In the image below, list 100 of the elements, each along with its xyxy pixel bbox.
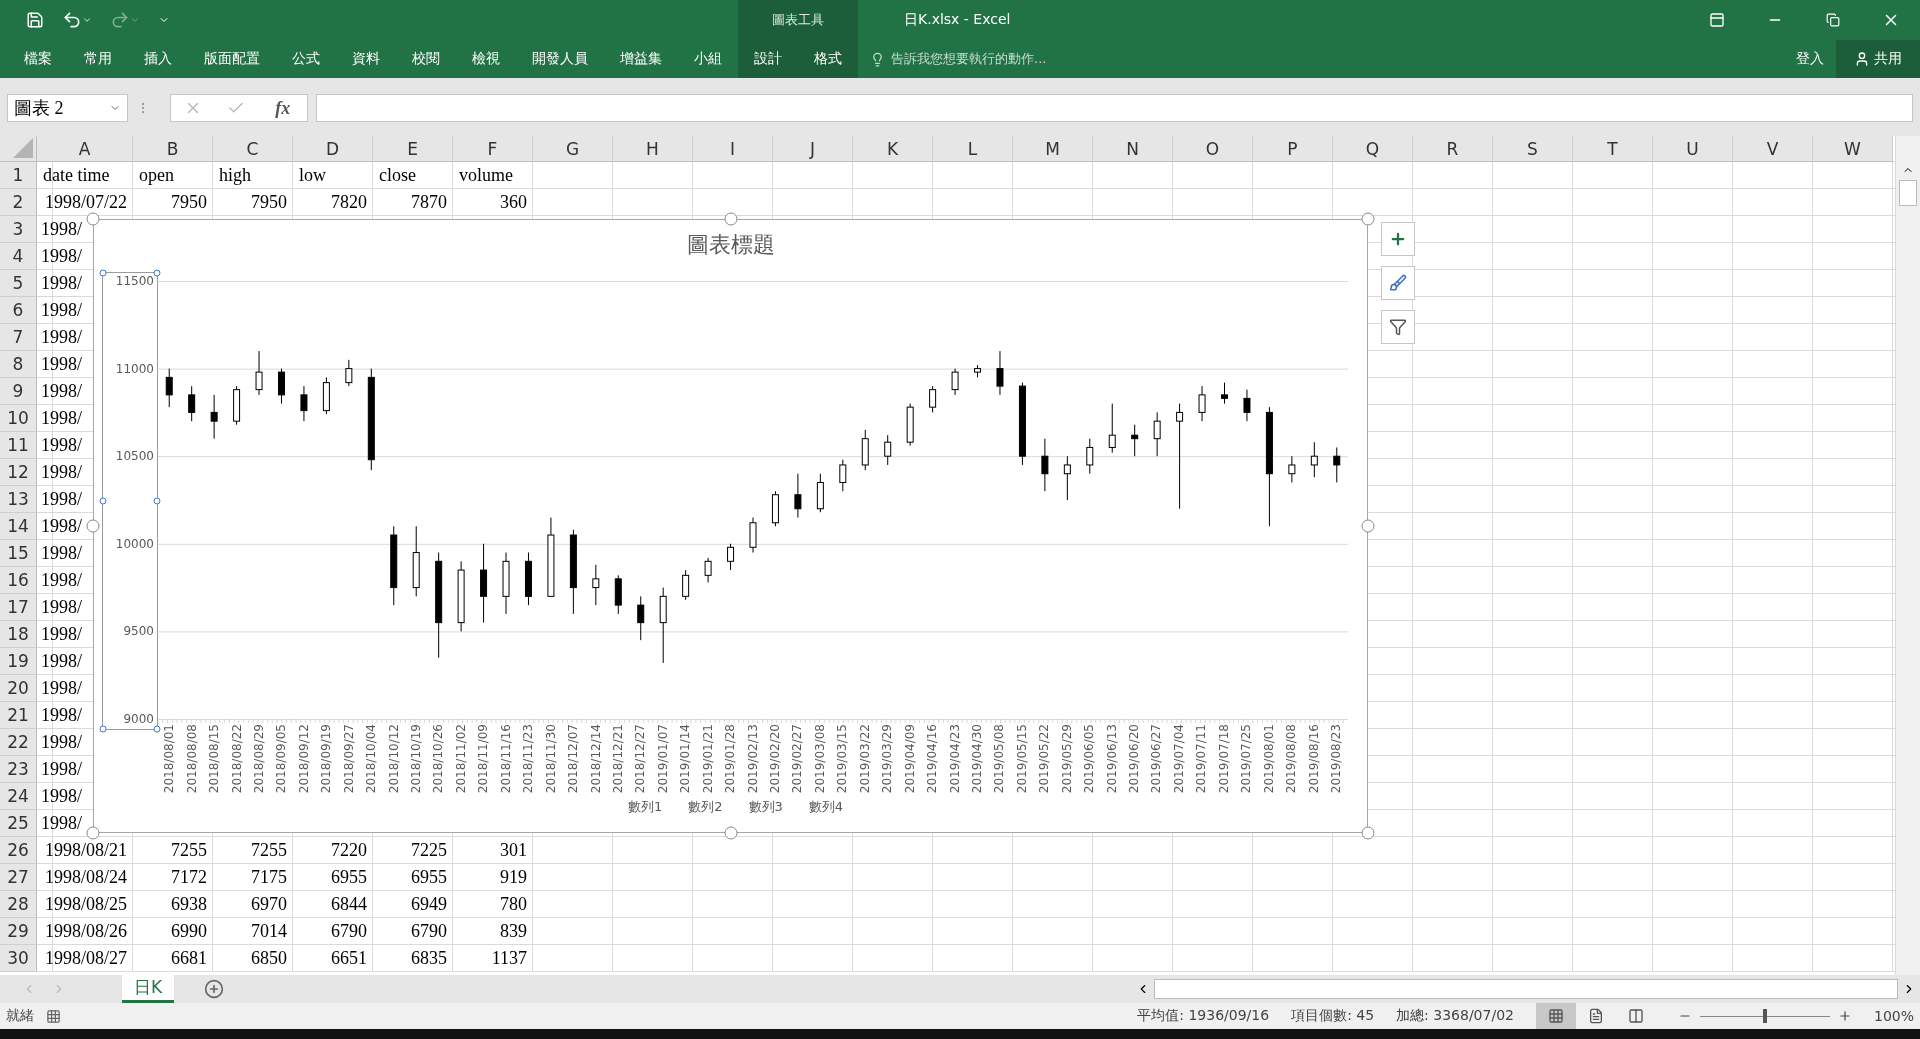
resize-handle[interactable] [86,826,100,840]
ribbon-tab[interactable]: 版面配置 [188,40,276,78]
row-header[interactable]: 5 [0,270,37,297]
row-header[interactable]: 13 [0,486,37,513]
column-header[interactable]: C [213,136,293,162]
row-header[interactable]: 6 [0,297,37,324]
sheet-tab[interactable]: 日K [122,975,175,1003]
row-header[interactable]: 3 [0,216,37,243]
row-header[interactable]: 18 [0,621,37,648]
column-header[interactable]: I [693,136,773,162]
brush-icon[interactable] [1381,266,1415,300]
column-header[interactable]: Q [1333,136,1413,162]
column-header[interactable]: J [773,136,853,162]
row-header[interactable]: 10 [0,405,37,432]
row-header[interactable]: 29 [0,918,37,945]
resize-handle[interactable] [86,212,100,226]
row-header[interactable]: 16 [0,567,37,594]
ribbon-tab[interactable]: 插入 [128,40,188,78]
scrollbar-thumb[interactable] [1899,180,1917,206]
resize-handle[interactable] [724,212,737,226]
normal-view-icon[interactable] [1535,1003,1576,1029]
column-header[interactable]: G [533,136,613,162]
ribbon-tab[interactable]: 校閱 [396,40,456,78]
candlestick [637,595,645,641]
resize-handle[interactable] [1361,212,1375,226]
axis-label: 2018/08/29 [251,724,266,794]
ribbon-tab[interactable]: 檔案 [8,40,68,78]
row-header[interactable]: 4 [0,243,37,270]
select-all-corner[interactable] [0,136,37,162]
ribbon-tab[interactable]: 增益集 [604,40,678,78]
zoom-slider[interactable] [1762,1008,1767,1023]
row-header[interactable]: 12 [0,459,37,486]
table-cell: 6970 [251,894,287,915]
column-header[interactable]: O [1173,136,1253,162]
ribbon-tab[interactable]: 設計 [738,40,798,78]
macro-icon[interactable] [46,1008,61,1024]
axis-label: 9500 [123,623,154,640]
table-cell: 7255 [251,840,287,861]
ribbon-tab[interactable]: 格式 [798,40,858,78]
row-header[interactable]: 8 [0,351,37,378]
column-header[interactable]: T [1573,136,1653,162]
resize-handle[interactable] [1361,826,1375,840]
chart-area[interactable] [93,219,1368,833]
column-header[interactable]: E [373,136,453,162]
axis-label: 2019/06/13 [1104,724,1119,794]
column-header[interactable]: M [1013,136,1093,162]
row-header[interactable]: 9 [0,378,37,405]
row-header[interactable]: 17 [0,594,37,621]
column-header[interactable]: N [1093,136,1173,162]
row-header[interactable]: 22 [0,729,37,756]
row-header[interactable]: 21 [0,702,37,729]
axis-selection-frame[interactable] [102,272,158,730]
row-header[interactable]: 15 [0,540,37,567]
add-element-icon[interactable] [1381,222,1415,256]
share-button[interactable]: 共用 [1836,40,1920,78]
column-header[interactable]: S [1493,136,1573,162]
column-header[interactable]: A [37,136,133,162]
row-header[interactable]: 26 [0,837,37,864]
insert-function-button[interactable]: fx [269,96,297,120]
scrollbar-thumb[interactable] [1154,979,1898,999]
column-header[interactable]: K [853,136,933,162]
column-header[interactable]: D [293,136,373,162]
column-header[interactable]: V [1733,136,1813,162]
ribbon-tab[interactable]: 資料 [336,40,396,78]
row-header[interactable]: 11 [0,432,37,459]
column-header[interactable]: R [1413,136,1493,162]
row-header[interactable]: 28 [0,891,37,918]
axis-label: 2018/10/12 [386,724,401,794]
ribbon-tab[interactable]: 開發人員 [516,40,604,78]
row-header[interactable]: 7 [0,324,37,351]
row-header[interactable]: 2 [0,189,37,216]
zoom-level[interactable]: 100% [1873,1008,1914,1024]
ribbon-tab[interactable]: 檢視 [456,40,516,78]
column-header[interactable]: B [133,136,213,162]
column-header[interactable]: H [613,136,693,162]
filter-icon[interactable] [1381,310,1415,344]
row-header[interactable]: 27 [0,864,37,891]
row-header[interactable]: 1 [0,162,37,189]
formula-input[interactable] [316,94,1913,122]
sign-in-button[interactable]: 登入 [1784,40,1836,78]
row-header[interactable]: 24 [0,783,37,810]
candlestick [233,385,241,426]
ribbon-tab[interactable]: 小組 [678,40,738,78]
row-header[interactable]: 14 [0,513,37,540]
column-header[interactable]: W [1813,136,1893,162]
ribbon-tab[interactable]: 常用 [68,40,128,78]
column-header[interactable]: P [1253,136,1333,162]
resize-handle[interactable] [86,519,100,533]
row-header[interactable]: 19 [0,648,37,675]
row-header[interactable]: 23 [0,756,37,783]
name-box[interactable]: 圖表 2 [7,94,128,122]
ribbon-tab[interactable]: 公式 [276,40,336,78]
column-header[interactable]: U [1653,136,1733,162]
row-header[interactable]: 20 [0,675,37,702]
column-header[interactable]: F [453,136,533,162]
tell-me-search[interactable]: 告訴我您想要執行的動作... [891,50,1047,68]
row-header[interactable]: 30 [0,945,37,972]
column-header[interactable]: L [933,136,1013,162]
row-header[interactable]: 25 [0,810,37,837]
zoom-in-icon[interactable] [1837,1009,1852,1023]
